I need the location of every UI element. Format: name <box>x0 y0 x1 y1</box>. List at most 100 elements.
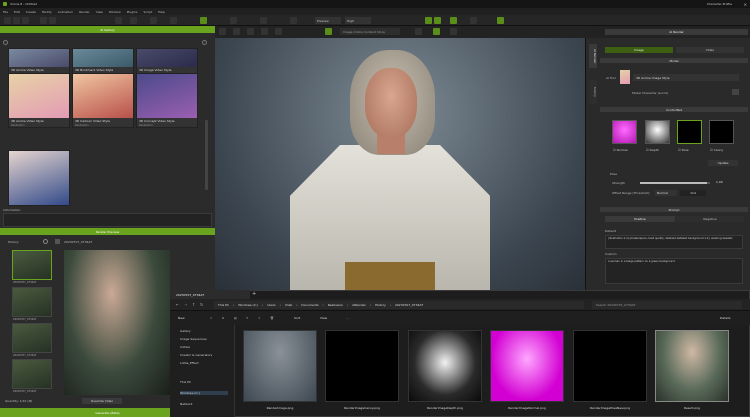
sidebar-item-windows-c[interactable]: Windows (C:) <box>180 391 228 395</box>
ai-tool-select[interactable]: 3D Anime Image Style <box>633 74 739 81</box>
sidebar-item-image-sequences[interactable]: Image Sequences <box>180 337 207 341</box>
close-icon[interactable]: × <box>744 2 747 7</box>
file-thumb-pose[interactable] <box>573 330 647 402</box>
profile-label[interactable]: Character Profile <box>707 2 732 6</box>
details-button[interactable]: Details <box>720 316 730 320</box>
history-thumb[interactable] <box>12 287 52 317</box>
override-video-button[interactable]: Override Video <box>82 398 122 404</box>
breadcrumb-item[interactable]: 20230707_0734AT <box>395 303 423 307</box>
grid-button[interactable] <box>260 17 267 24</box>
view-button[interactable]: View <box>320 316 327 320</box>
history-thumb[interactable] <box>12 250 52 280</box>
controlnet-pose-check[interactable]: ☑ Pose <box>678 148 689 152</box>
tab-video[interactable]: Video <box>676 47 744 53</box>
copy-icon[interactable]: ⧉ <box>222 316 224 320</box>
gallery-card-selected[interactable] <box>8 150 70 206</box>
viewport-tool-8[interactable] <box>450 28 457 35</box>
sidebar-item-creator[interactable]: Creator & Generators <box>180 353 212 357</box>
menu-item-help[interactable]: Help <box>158 10 165 14</box>
sidebar-item-lottie[interactable]: Lottie_Effect <box>180 361 199 365</box>
sidebar-item-gallery[interactable]: Gallery <box>180 329 191 333</box>
breadcrumb[interactable]: This PC › Windows (C:) › Users › Imak › Docu… <box>214 301 584 309</box>
file-name[interactable]: RenderImageCanny.png <box>325 406 399 410</box>
menu-item-window[interactable]: Window <box>109 10 121 14</box>
viewport-tool-3[interactable] <box>247 28 254 35</box>
quality-select[interactable]: High <box>345 17 371 24</box>
gallery-card[interactable]: 3D Anime Video Style Realisation <box>8 73 70 128</box>
select-tool-button[interactable] <box>115 17 122 24</box>
custom-prompt-field[interactable]: a woman in a beige pattern on a green ba… <box>605 258 743 284</box>
menu-item-view[interactable]: View <box>96 10 103 14</box>
offset-value[interactable]: 114 <box>680 190 706 196</box>
light-button[interactable] <box>230 17 237 24</box>
controlnet-depth-check[interactable]: ☑ Depth <box>646 148 659 152</box>
file-thumb-render[interactable] <box>243 330 317 402</box>
tab-positive[interactable]: Positive <box>605 216 675 222</box>
delete-icon[interactable]: 🗑 <box>270 316 274 320</box>
gallery-card[interactable]: 3D Cartoon Video Style Realisation <box>72 73 134 128</box>
rename-icon[interactable]: ✎ <box>246 316 249 320</box>
viewport-tool-1[interactable] <box>219 28 226 35</box>
breadcrumb-item[interactable]: Documents <box>301 303 318 307</box>
tab-negative[interactable]: Negative <box>676 216 744 222</box>
add-icon[interactable] <box>202 40 207 45</box>
paste-icon[interactable]: ▤ <box>234 316 237 320</box>
file-name[interactable]: RenderImageNormal.png <box>490 406 564 410</box>
view-button[interactable] <box>290 17 297 24</box>
default-prompt-field[interactable]: (illustration:1.2),(masterpiece, best qu… <box>605 235 743 249</box>
strength-slider[interactable] <box>640 182 710 184</box>
sidebar-item-network[interactable]: Network <box>180 402 193 406</box>
file-thumb-canny[interactable] <box>325 330 399 402</box>
update-button[interactable]: Update <box>708 160 738 166</box>
sidebar-item-invoke[interactable]: InVoke <box>180 345 190 349</box>
file-name[interactable]: RenderImage.png <box>243 406 317 410</box>
breadcrumb-item[interactable]: History <box>375 303 386 307</box>
menu-item-animation[interactable]: Animation <box>58 10 73 14</box>
sidebar-item-this-pc[interactable]: This PC <box>180 380 191 384</box>
toggle-green-button[interactable] <box>450 17 457 24</box>
refresh-icon[interactable]: ↻ <box>200 302 203 307</box>
controlnet-pose-card[interactable] <box>677 120 702 144</box>
strength-value[interactable]: 1.00 <box>716 180 723 184</box>
content-store-search[interactable]: Image Online Content Store <box>340 28 400 35</box>
model-settings-icon[interactable] <box>732 89 739 95</box>
gallery-card[interactable]: 3D Concept Video Style Realisation <box>136 73 198 128</box>
controlnet-canny-card[interactable] <box>709 120 734 144</box>
breadcrumb-item[interactable]: AIRender <box>352 303 366 307</box>
forward-arrow-icon[interactable]: → <box>184 302 187 307</box>
explorer-search-input[interactable]: Search 20230707_0734AT <box>592 301 742 309</box>
refresh-icon[interactable] <box>43 239 48 244</box>
explorer-tab[interactable]: 20230707_0734AT <box>170 290 250 299</box>
settings-button[interactable] <box>470 17 477 24</box>
folder-icon[interactable] <box>55 239 60 244</box>
menu-item-create[interactable]: Create <box>26 10 36 14</box>
history-thumb[interactable] <box>12 323 52 353</box>
file-name[interactable]: RenderImageDepth.png <box>408 406 482 410</box>
breadcrumb-item[interactable]: Imak <box>285 303 292 307</box>
up-arrow-icon[interactable]: ↑ <box>192 302 195 307</box>
breadcrumb-item[interactable]: This PC <box>218 303 229 307</box>
share-icon[interactable]: ⇪ <box>258 316 261 320</box>
breadcrumb-item[interactable]: Windows (C:) <box>238 303 258 307</box>
menu-item-plugins[interactable]: Plugins <box>127 10 138 14</box>
file-name[interactable]: Result.png <box>655 406 729 410</box>
breadcrumb-item[interactable]: Reallusion <box>328 303 343 307</box>
history-thumb[interactable] <box>12 359 52 389</box>
side-tab-ai-render[interactable]: AI Render <box>589 44 597 68</box>
file-name[interactable]: RenderImagePoseNew.png <box>573 406 647 410</box>
tab-image[interactable]: Image <box>605 47 673 53</box>
back-arrow-icon[interactable]: ← <box>176 302 179 307</box>
controlnet-normal-card[interactable] <box>612 120 637 144</box>
render-mode-select[interactable]: Preview <box>315 17 341 24</box>
rotate-tool-button[interactable] <box>150 17 157 24</box>
move-tool-button[interactable] <box>130 17 137 24</box>
sort-button[interactable]: Sort <box>294 316 300 320</box>
menu-item-script[interactable]: Script <box>143 10 152 14</box>
viewport-tool-5[interactable] <box>275 28 282 35</box>
camera-button[interactable] <box>200 17 207 24</box>
viewport-tool-2[interactable] <box>233 28 240 35</box>
redo-button[interactable] <box>49 17 56 24</box>
menu-item-render[interactable]: Render <box>79 10 90 14</box>
new-project-button[interactable] <box>4 17 11 24</box>
grid-green-button[interactable] <box>497 17 504 24</box>
